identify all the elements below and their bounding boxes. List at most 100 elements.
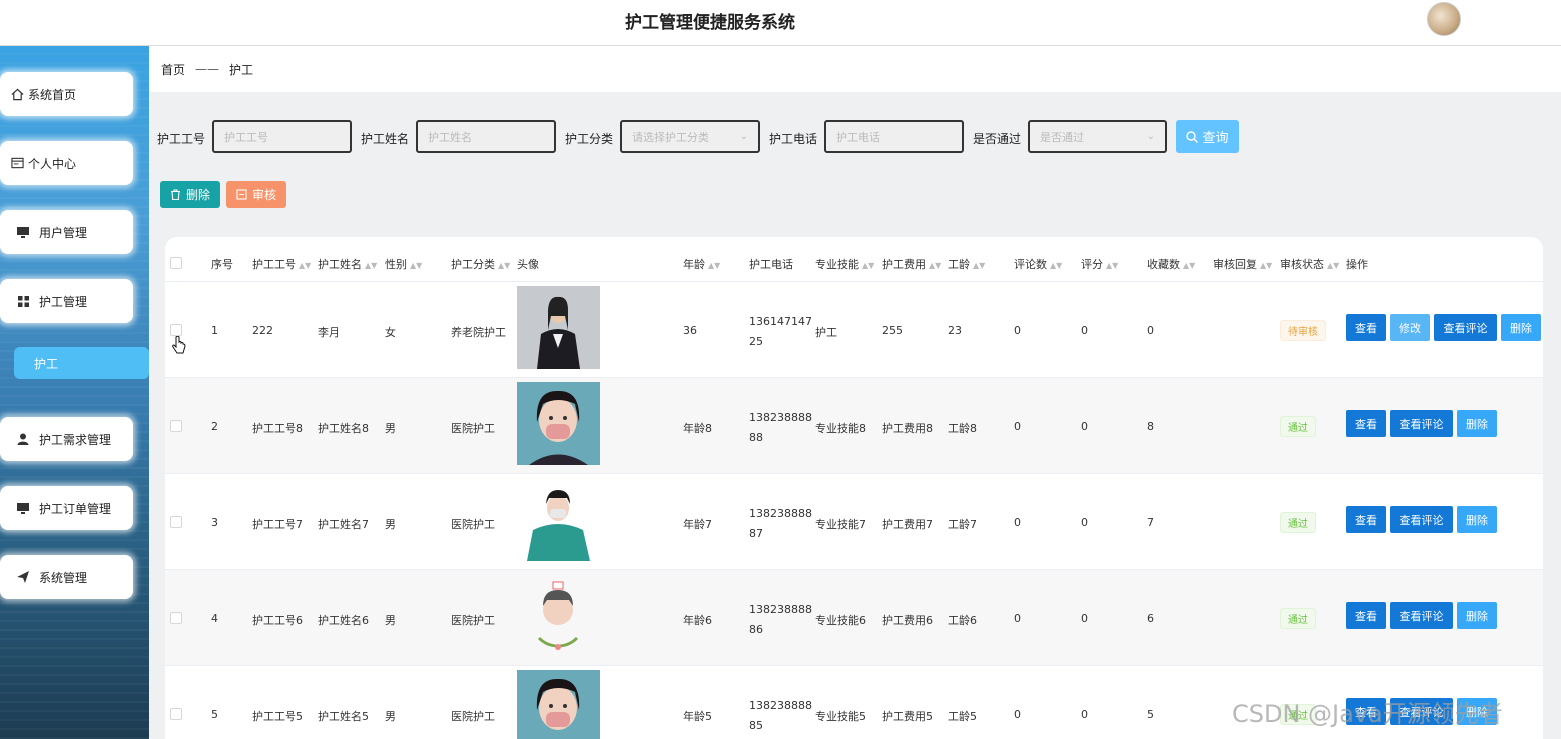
sidebar-subitem-caregiver[interactable]: 护工	[14, 347, 149, 379]
view-button[interactable]: 查看	[1346, 602, 1386, 629]
view-comments-button[interactable]: 查看评论	[1390, 410, 1453, 437]
audit-button[interactable]: 审核	[226, 181, 286, 208]
delete-button[interactable]: 删除	[1457, 602, 1497, 629]
cell-index: 1	[211, 324, 218, 337]
cell-years: 23	[948, 324, 962, 337]
cell-fee: 护工费用8	[882, 422, 933, 435]
select-all-checkbox[interactable]	[170, 257, 182, 269]
breadcrumb-home[interactable]: 首页	[161, 61, 185, 78]
main-content: 首页 —— 护工 护工工号 护工工号 护工姓名 护工姓名 护工分类 请选择护工分…	[149, 46, 1561, 739]
delete-button[interactable]: 删除	[1501, 314, 1541, 341]
sort-icon: ▲▼	[929, 261, 942, 270]
cell-phone: 138238888 87	[749, 507, 812, 540]
cell-caregiver-name: 护工姓名8	[318, 422, 369, 435]
col-audit-status[interactable]: 审核状态 ▲▼	[1280, 256, 1339, 272]
sidebar-item-order-mgmt[interactable]: 护工订单管理	[0, 486, 133, 530]
label-caregiver-phone: 护工电话	[769, 132, 818, 146]
sidebar-item-home[interactable]: 系统首页	[0, 72, 133, 116]
sidebar-item-users[interactable]: 用户管理	[0, 210, 133, 254]
search-input-caregiver-name[interactable]: 护工姓名	[416, 120, 556, 153]
cell-index: 5	[211, 708, 218, 721]
watermark: CSDN @Java开源领先者	[1232, 700, 1503, 728]
sidebar-item-label: 护工订单管理	[39, 501, 112, 516]
cell-favorites: 6	[1147, 612, 1154, 625]
col-audit-reply[interactable]: 审核回复 ▲▼	[1213, 256, 1272, 272]
cell-years: 工龄6	[948, 614, 977, 627]
row-checkbox[interactable]	[170, 612, 182, 624]
cell-caregiver-name: 李月	[318, 326, 340, 339]
row-checkbox[interactable]	[170, 420, 182, 432]
monitor-icon	[16, 501, 30, 515]
app-title: 护工管理便捷服务系统	[625, 13, 795, 33]
sidebar-item-caregiver-mgmt[interactable]: 护工管理	[0, 279, 133, 323]
view-comments-button[interactable]: 查看评论	[1434, 314, 1497, 341]
col-age[interactable]: 年龄 ▲▼	[683, 256, 720, 272]
search-bar: 护工工号 护工工号 护工姓名 护工姓名 护工分类 请选择护工分类 ⌄ 护工电话 …	[149, 120, 1561, 154]
mouse-pointer-icon	[172, 335, 186, 358]
cell-fee: 护工费用7	[882, 518, 933, 531]
cell-phone: 136147147 25	[749, 315, 812, 348]
col-years[interactable]: 工龄 ▲▼	[948, 256, 985, 272]
col-fee[interactable]: 护工费用 ▲▼	[882, 256, 941, 272]
cell-comments: 0	[1014, 708, 1021, 721]
cell-comments: 0	[1014, 612, 1021, 625]
search-input-caregiver-phone[interactable]: 护工电话	[824, 120, 964, 153]
view-button[interactable]: 查看	[1346, 506, 1386, 533]
row-checkbox[interactable]	[170, 324, 182, 336]
caregiver-photo	[517, 286, 600, 369]
table-row: 1 222 李月 女 养老院护工 36 136147147 25 护工 255 2…	[165, 282, 1543, 378]
cell-age: 年龄8	[683, 422, 712, 435]
view-comments-button[interactable]: 查看评论	[1390, 602, 1453, 629]
cell-phone: 138238888 86	[749, 603, 812, 636]
cell-score: 0	[1081, 420, 1088, 433]
cell-years: 工龄7	[948, 518, 977, 531]
cell-phone: 138238888 88	[749, 411, 812, 444]
cell-favorites: 0	[1147, 324, 1154, 337]
view-comments-button[interactable]: 查看评论	[1390, 506, 1453, 533]
breadcrumb: 首页 —— 护工	[149, 46, 1561, 92]
table-row: 4 护工工号6 护工姓名6 男 医院护工 年龄6 138238888 86 专业技…	[165, 570, 1543, 666]
cell-caregiver-no: 护工工号7	[252, 518, 303, 531]
col-score[interactable]: 评分 ▲▼	[1081, 256, 1118, 272]
caregiver-photo	[517, 382, 600, 465]
user-avatar[interactable]	[1427, 2, 1461, 36]
sort-icon: ▲▼	[973, 261, 986, 270]
sidebar-item-profile[interactable]: 个人中心	[0, 141, 133, 185]
sidebar-item-system-mgmt[interactable]: 系统管理	[0, 555, 133, 599]
col-sex[interactable]: 性别 ▲▼	[385, 256, 422, 272]
col-category[interactable]: 护工分类 ▲▼	[451, 256, 510, 272]
view-button[interactable]: 查看	[1346, 410, 1386, 437]
view-button[interactable]: 查看	[1346, 314, 1386, 341]
cell-age: 36	[683, 324, 697, 337]
col-comments[interactable]: 评论数 ▲▼	[1014, 256, 1062, 272]
cell-index: 4	[211, 612, 218, 625]
query-button[interactable]: 查询	[1176, 120, 1239, 153]
select-caregiver-category[interactable]: 请选择护工分类 ⌄	[620, 120, 760, 153]
row-checkbox[interactable]	[170, 708, 182, 720]
cell-index: 3	[211, 516, 218, 529]
cell-sex: 女	[385, 326, 396, 339]
col-skill[interactable]: 专业技能 ▲▼	[815, 256, 874, 272]
chevron-down-icon: ⌄	[1146, 131, 1155, 142]
search-input-caregiver-no[interactable]: 护工工号	[212, 120, 352, 153]
col-photo: 头像	[517, 258, 539, 271]
grid-icon	[16, 294, 30, 308]
row-checkbox[interactable]	[170, 516, 182, 528]
cell-sex: 男	[385, 614, 396, 627]
sidebar-item-demand-mgmt[interactable]: 护工需求管理	[0, 417, 133, 461]
cell-years: 工龄8	[948, 422, 977, 435]
col-caregiver-name[interactable]: 护工姓名 ▲▼	[318, 256, 377, 272]
col-favorites[interactable]: 收藏数 ▲▼	[1147, 256, 1195, 272]
cell-skill: 专业技能6	[815, 614, 866, 627]
delete-button[interactable]: 删除	[1457, 410, 1497, 437]
cell-years: 工龄5	[948, 710, 977, 723]
col-caregiver-no[interactable]: 护工工号 ▲▼	[252, 256, 311, 272]
cell-comments: 0	[1014, 516, 1021, 529]
cell-category: 医院护工	[451, 614, 495, 627]
sort-icon: ▲▼	[299, 261, 312, 270]
select-approved[interactable]: 是否通过 ⌄	[1028, 120, 1167, 153]
batch-delete-button[interactable]: 删除	[160, 181, 220, 208]
delete-button[interactable]: 删除	[1457, 506, 1497, 533]
edit-button[interactable]: 修改	[1390, 314, 1430, 341]
cell-sex: 男	[385, 518, 396, 531]
